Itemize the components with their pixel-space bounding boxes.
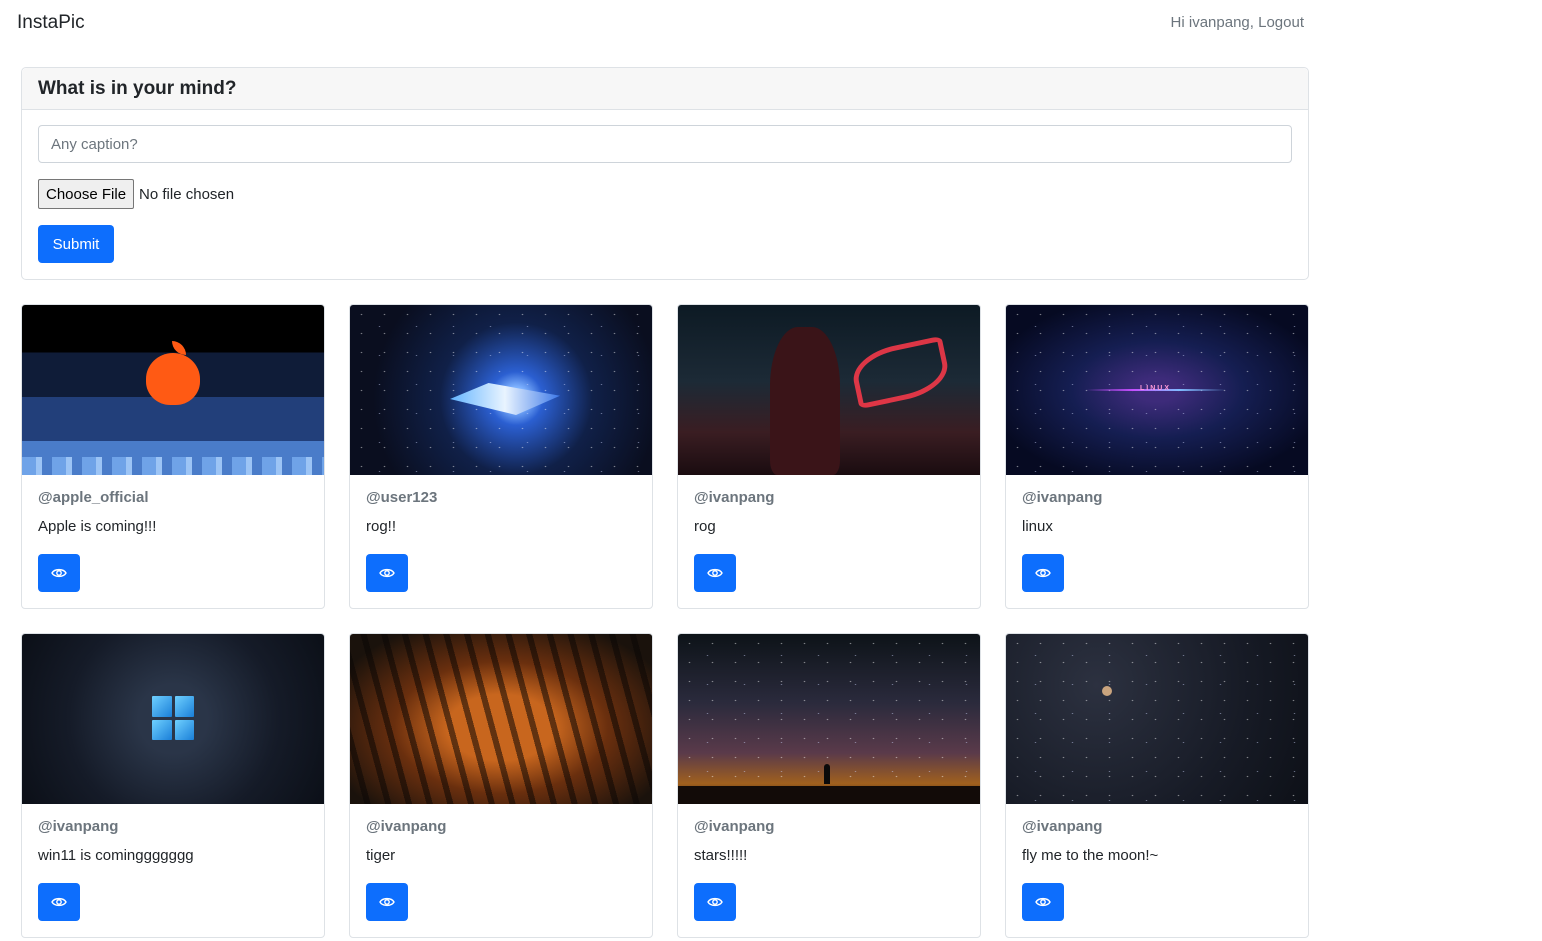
post-caption: fly me to the moon!~ (1022, 847, 1159, 864)
post-card: @ivanpang tiger (349, 633, 653, 938)
file-status-text: No file chosen (139, 185, 235, 203)
post-caption: rog!! (366, 518, 397, 535)
post-caption: rog (694, 518, 716, 535)
post-card: LINUX @ivanpang linux (1005, 304, 1309, 609)
caption-input[interactable] (38, 125, 1292, 163)
post-image[interactable] (678, 305, 980, 475)
windows-logo (152, 696, 194, 740)
navbar: InstaPic Hi ivanpang, Logout (0, 0, 1542, 48)
linux-wordmark: LINUX (1140, 385, 1171, 392)
eye-icon (379, 897, 395, 907)
brand-link[interactable]: InstaPic (17, 12, 85, 34)
post-card: @ivanpang fly me to the moon!~ (1005, 633, 1309, 938)
submit-button[interactable]: Submit (38, 225, 114, 263)
person-silhouette (824, 764, 830, 784)
post-image[interactable]: LINUX (1006, 305, 1308, 475)
view-post-button[interactable] (694, 554, 736, 592)
post-image[interactable] (1006, 634, 1308, 804)
post-image[interactable] (22, 305, 324, 475)
post-username: @ivanpang (694, 489, 775, 506)
view-post-button[interactable] (1022, 883, 1064, 921)
post-image[interactable] (350, 305, 652, 475)
water-reflection (22, 457, 324, 475)
post-card: @user123 rog!! (349, 304, 653, 609)
new-post-title: What is in your mind? (22, 68, 1308, 110)
post-card: @ivanpang rog (677, 304, 981, 609)
post-caption: win11 is cominggggggg (38, 847, 194, 864)
eye-icon (1035, 568, 1051, 578)
user-menu: Hi ivanpang, Logout (1171, 14, 1304, 31)
post-username: @ivanpang (366, 818, 447, 835)
post-caption: linux (1022, 518, 1053, 535)
post-caption: stars!!!!! (694, 847, 748, 864)
eye-icon (379, 568, 395, 578)
post-username: @ivanpang (694, 818, 775, 835)
eye-icon (1035, 897, 1051, 907)
post-image[interactable] (350, 634, 652, 804)
horizon (678, 786, 980, 804)
view-post-button[interactable] (38, 554, 80, 592)
view-post-button[interactable] (1022, 554, 1064, 592)
hooded-person (770, 327, 840, 475)
post-username: @user123 (366, 489, 438, 506)
view-post-button[interactable] (366, 883, 408, 921)
tiger-stripes (350, 634, 652, 804)
post-card: @ivanpang win11 is cominggggggg (21, 633, 325, 938)
post-image[interactable] (678, 634, 980, 804)
eye-icon (51, 897, 67, 907)
eye-icon (707, 568, 723, 578)
eye-icon (51, 568, 67, 578)
post-card: @apple_official Apple is coming!!! (21, 304, 325, 609)
post-username: @apple_official (38, 489, 149, 506)
view-post-button[interactable] (694, 883, 736, 921)
new-post-card: What is in your mind? Choose File No fil… (21, 67, 1309, 280)
view-post-button[interactable] (38, 883, 80, 921)
post-caption: tiger (366, 847, 396, 864)
rog-neon-logo (848, 335, 953, 410)
post-card: @ivanpang stars!!!!! (677, 633, 981, 938)
view-post-button[interactable] (366, 554, 408, 592)
logout-link[interactable]: Logout (1258, 14, 1304, 31)
stars (1006, 634, 1308, 804)
post-username: @ivanpang (1022, 489, 1103, 506)
post-caption: Apple is coming!!! (38, 518, 157, 535)
greeting-text: Hi ivanpang, (1170, 14, 1254, 31)
eye-icon (707, 897, 723, 907)
moon (1102, 686, 1112, 696)
post-username: @ivanpang (1022, 818, 1103, 835)
file-upload: Choose File No file chosen (38, 179, 234, 209)
choose-file-button[interactable]: Choose File (38, 179, 135, 209)
post-username: @ivanpang (38, 818, 119, 835)
post-image[interactable] (22, 634, 324, 804)
apple-logo (146, 353, 200, 405)
